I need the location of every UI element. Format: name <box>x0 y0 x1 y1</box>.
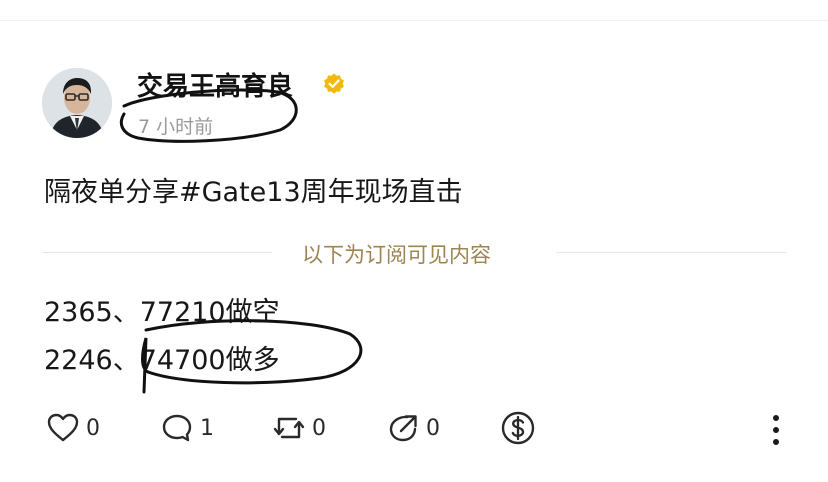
like-button[interactable]: 0 <box>46 410 100 446</box>
content-line: 2246、74700做多 <box>44 345 280 376</box>
heart-icon <box>47 413 79 442</box>
avatar-photo <box>42 68 112 138</box>
repost-button[interactable]: 0 <box>272 410 326 446</box>
author-name[interactable]: 交易王高育良 <box>137 66 293 103</box>
tip-button[interactable] <box>500 410 536 446</box>
share-count: 0 <box>426 415 440 441</box>
post-text: 隔夜单分享#Gate13周年现场直击 <box>44 177 463 208</box>
repost-count: 0 <box>312 415 326 441</box>
post-timestamp[interactable]: 7 小时前 <box>138 112 213 139</box>
comment-bubble-icon <box>162 414 192 442</box>
dollar-coin-icon <box>501 411 535 445</box>
verified-badge-icon <box>324 73 344 94</box>
more-vertical-icon <box>773 415 779 445</box>
comment-count: 1 <box>200 415 214 441</box>
share-arrow-icon <box>389 415 417 442</box>
subscription-divider-right <box>556 252 786 253</box>
avatar[interactable] <box>42 68 112 138</box>
more-options-button[interactable] <box>762 412 790 448</box>
comment-button[interactable]: 1 <box>160 410 214 446</box>
subscription-divider-label: 以下为订阅可见内容 <box>302 243 491 267</box>
subscription-divider-left <box>42 252 272 253</box>
repost-icon <box>273 417 305 439</box>
content-line: 2365、77210做空 <box>44 297 280 328</box>
share-button[interactable]: 0 <box>386 410 440 446</box>
top-divider <box>0 20 828 21</box>
like-count: 0 <box>86 415 100 441</box>
